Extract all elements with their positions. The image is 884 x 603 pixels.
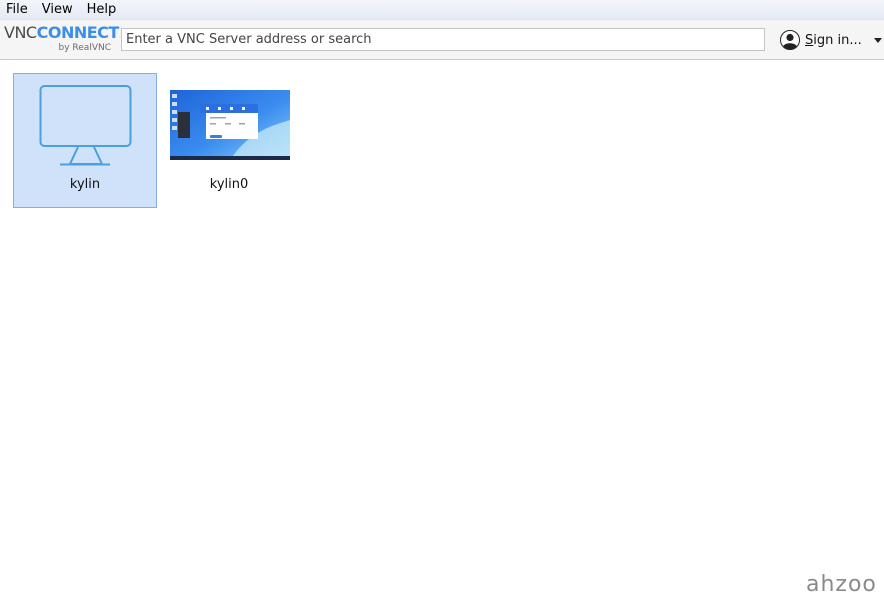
search-input[interactable] [121,28,765,51]
menu-help[interactable]: Help [80,0,124,20]
watermark-text: ahzoo [806,572,877,597]
chevron-down-icon[interactable] [873,37,882,43]
menu-bar: File View Help [0,0,884,20]
computer-tile-kylin0[interactable]: kylin0 [157,73,301,208]
logo-subtitle: by RealVNC [58,43,111,53]
computer-tile-kylin[interactable]: kylin [13,73,157,208]
sign-in-button[interactable]: Sign in... [780,29,882,51]
toolbar: VNCCONNECT by RealVNC Sign in... [0,20,884,60]
user-icon [780,30,800,50]
sign-in-label: Sign in... [805,32,862,48]
menu-view[interactable]: View [35,0,80,20]
tile-label: kylin [69,177,101,192]
logo-connect-text: CONNECT [36,23,120,42]
tile-label: kylin0 [209,177,249,192]
monitor-icon [39,85,132,166]
menu-file[interactable]: File [0,0,35,20]
logo-vnc-text: VNC [4,23,37,42]
vnc-connect-logo: VNCCONNECT by RealVNC [4,23,119,56]
desktop-thumbnail [170,90,290,160]
